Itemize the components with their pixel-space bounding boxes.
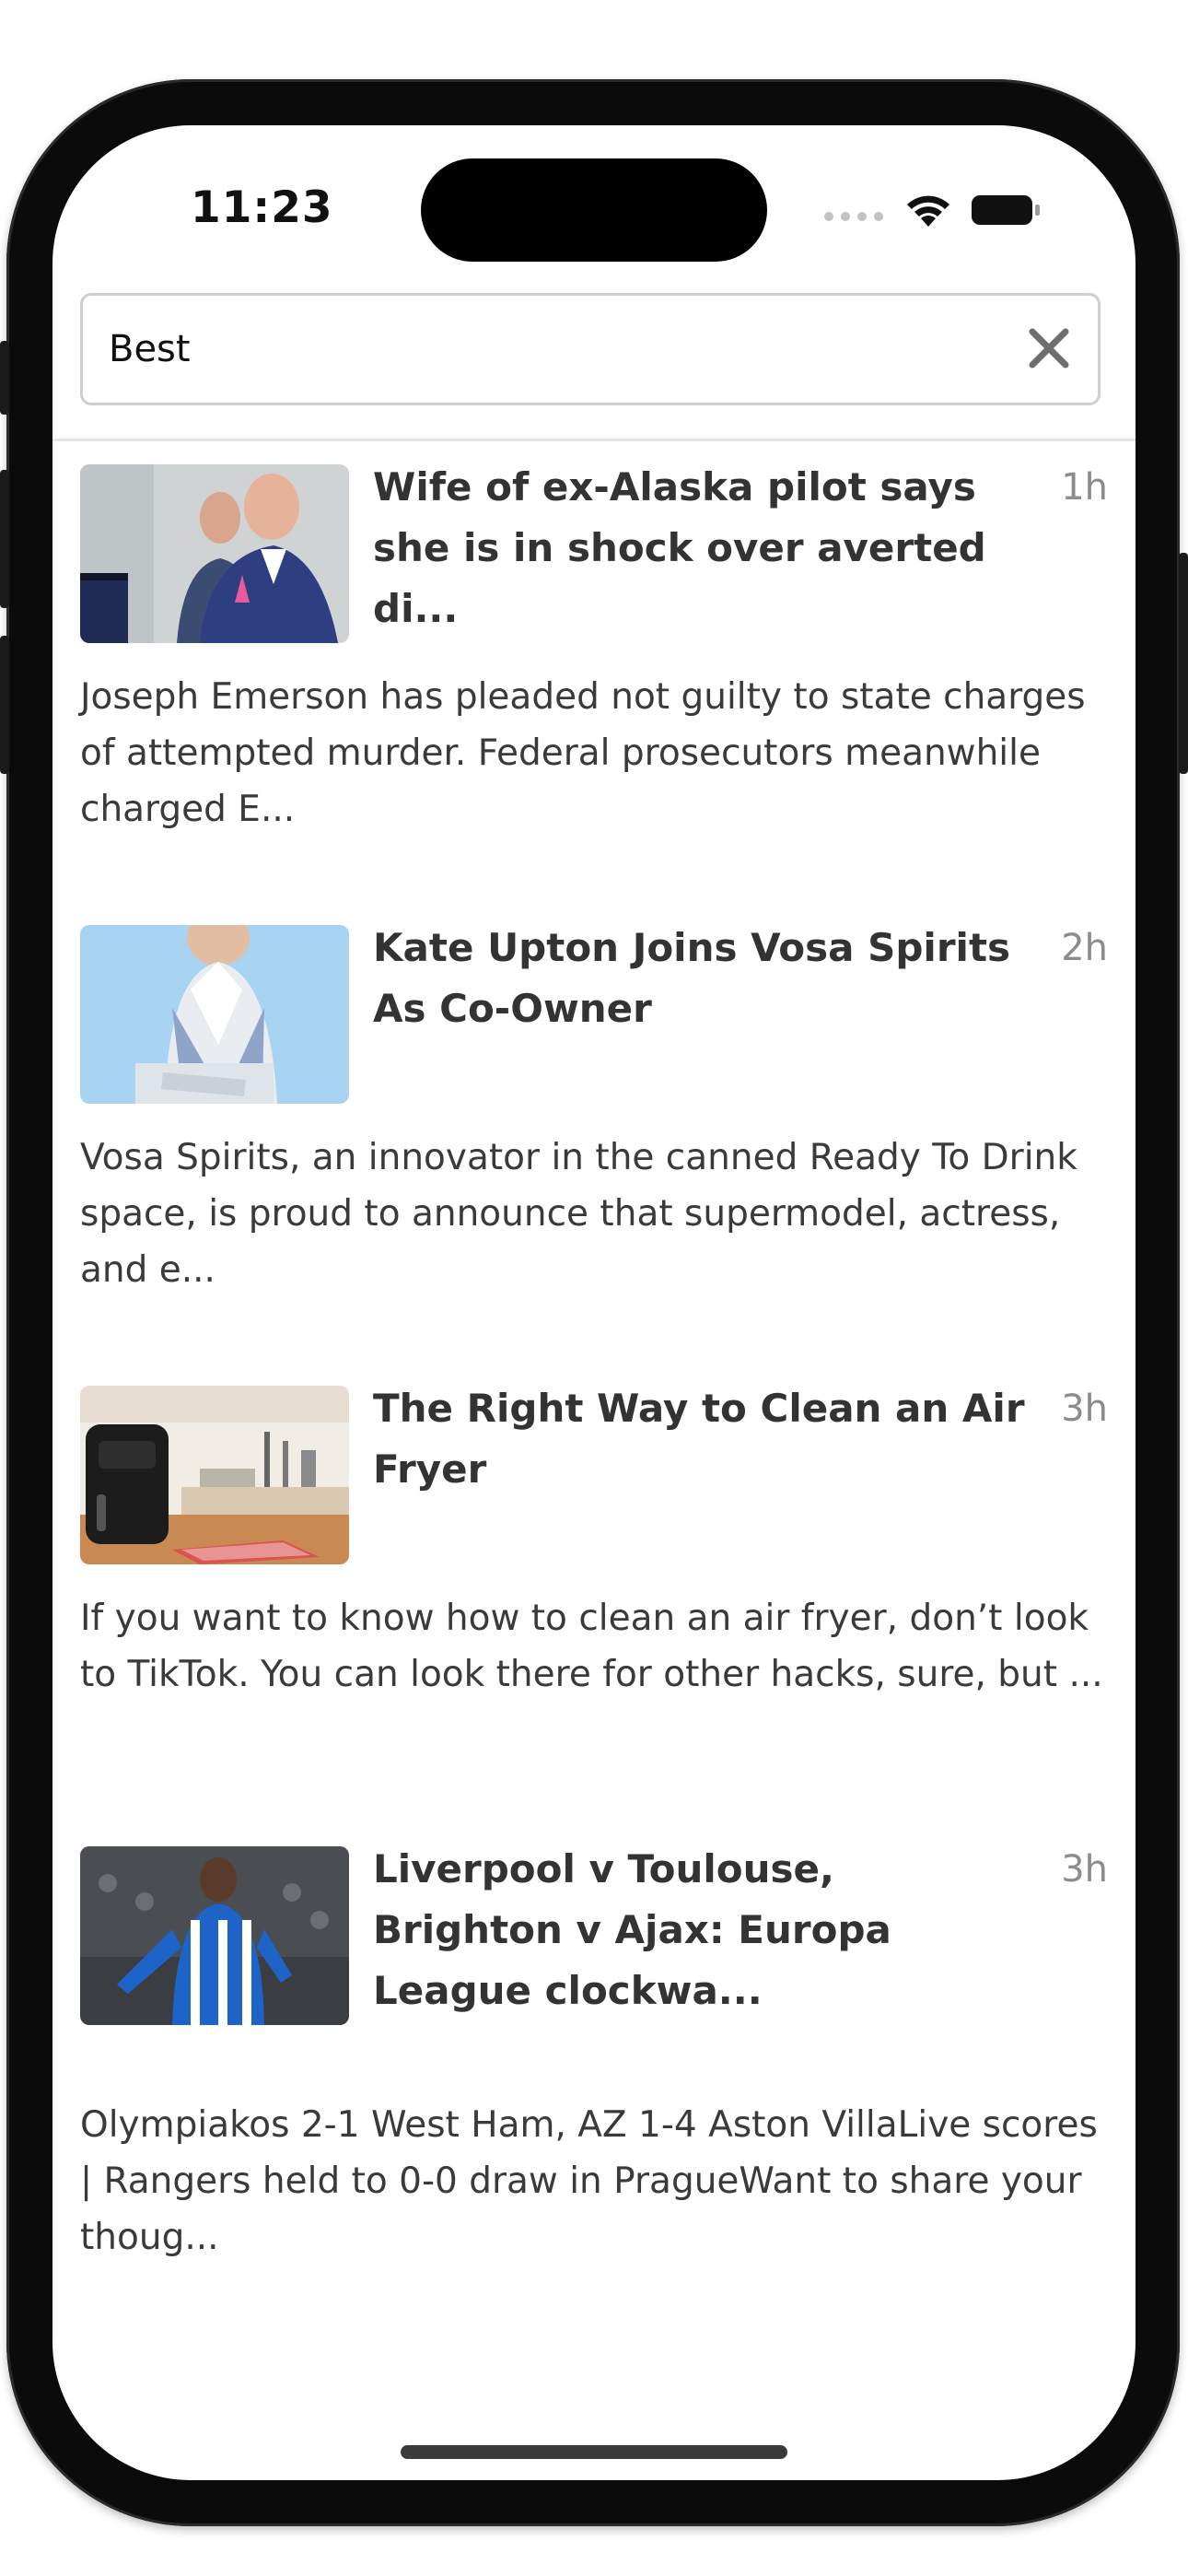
article-summary: If you want to know how to clean an air … bbox=[80, 1598, 1103, 1695]
article-headline[interactable]: Wife of ex-Alaska pilot says she is in s… bbox=[373, 457, 1036, 639]
divider bbox=[52, 439, 1136, 441]
article-age: 1h bbox=[1061, 466, 1108, 509]
list-item[interactable]: The Right Way to Clean an Air Fryer 3h I… bbox=[80, 1386, 1108, 1773]
search-input[interactable] bbox=[109, 296, 993, 403]
power-button bbox=[1179, 553, 1188, 774]
article-age: 3h bbox=[1061, 1848, 1108, 1891]
article-age: 2h bbox=[1061, 927, 1108, 969]
dynamic-island bbox=[421, 158, 767, 262]
status-time: 11:23 bbox=[191, 182, 333, 233]
list-item[interactable]: Liverpool v Toulouse, Brighton v Ajax: E… bbox=[80, 1846, 1108, 2279]
article-summary: Joseph Emerson has pleaded not guilty to… bbox=[80, 676, 1086, 830]
home-indicator[interactable] bbox=[401, 2445, 787, 2459]
page: 11:23 Best Wife of ex-Alaska pilot says … bbox=[0, 0, 1188, 2576]
wifi-icon bbox=[907, 195, 949, 227]
article-headline[interactable]: The Right Way to Clean an Air Fryer bbox=[373, 1378, 1036, 1500]
article-headline[interactable]: Kate Upton Joins Vosa Spirits As Co-Owne… bbox=[373, 918, 1036, 1039]
close-icon bbox=[1029, 328, 1069, 369]
article-thumbnail bbox=[80, 1386, 349, 1564]
article-thumbnail bbox=[80, 925, 349, 1104]
battery-icon bbox=[972, 195, 1040, 225]
cellular-signal-icon bbox=[824, 212, 883, 221]
article-headline[interactable]: Liverpool v Toulouse, Brighton v Ajax: E… bbox=[373, 1839, 1036, 2021]
list-item[interactable]: Wife of ex-Alaska pilot says she is in s… bbox=[80, 464, 1108, 851]
article-summary: Olympiakos 2-1 West Ham, AZ 1-4 Aston Vi… bbox=[80, 2104, 1098, 2258]
article-thumbnail bbox=[80, 464, 349, 643]
search-bar bbox=[80, 293, 1101, 405]
volume-up-button bbox=[0, 470, 9, 608]
article-summary: Vosa Spirits, an innovator in the canned… bbox=[80, 1137, 1077, 1291]
article-age: 3h bbox=[1061, 1388, 1108, 1430]
clear-search-button[interactable] bbox=[1017, 316, 1081, 381]
article-thumbnail bbox=[80, 1846, 349, 2025]
silent-switch bbox=[0, 341, 9, 415]
list-item[interactable]: Kate Upton Joins Vosa Spirits As Co-Owne… bbox=[80, 925, 1108, 1312]
app-screen: 11:23 Best Wife of ex-Alaska pilot says … bbox=[52, 125, 1136, 2480]
volume-down-button bbox=[0, 636, 9, 774]
